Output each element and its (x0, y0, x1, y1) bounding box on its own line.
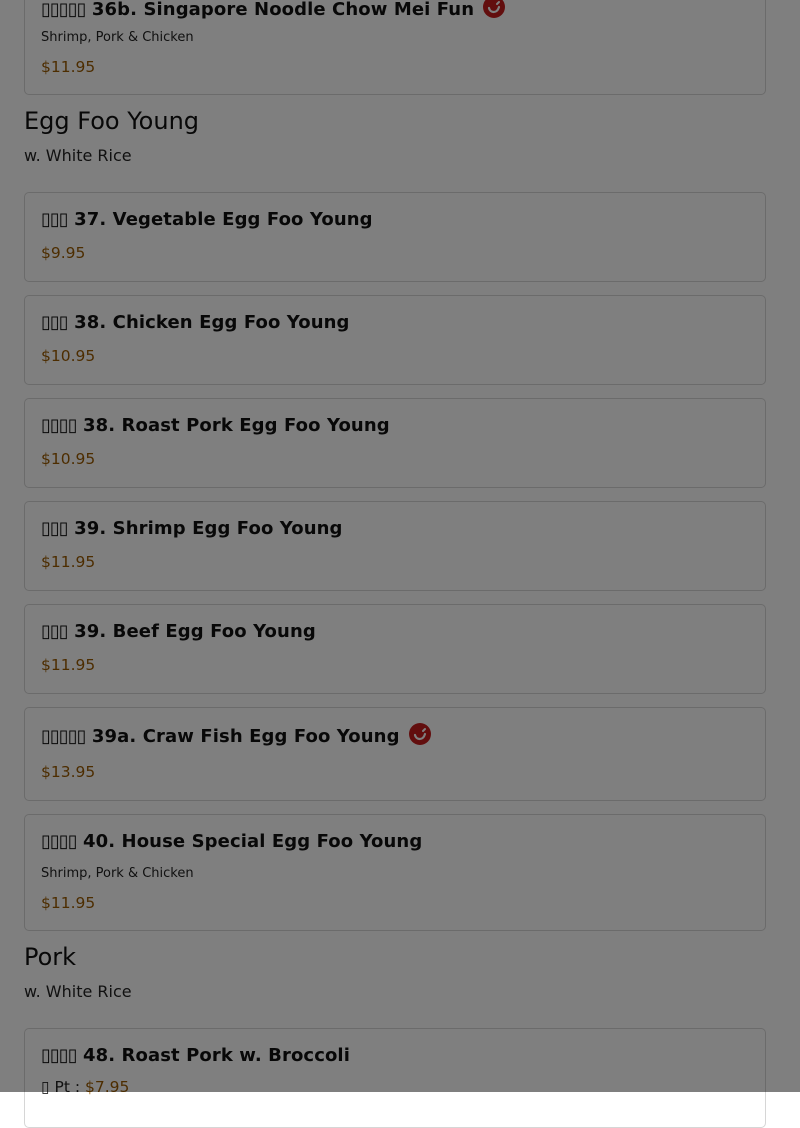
modal-backdrop-overlay[interactable] (0, 0, 800, 1092)
